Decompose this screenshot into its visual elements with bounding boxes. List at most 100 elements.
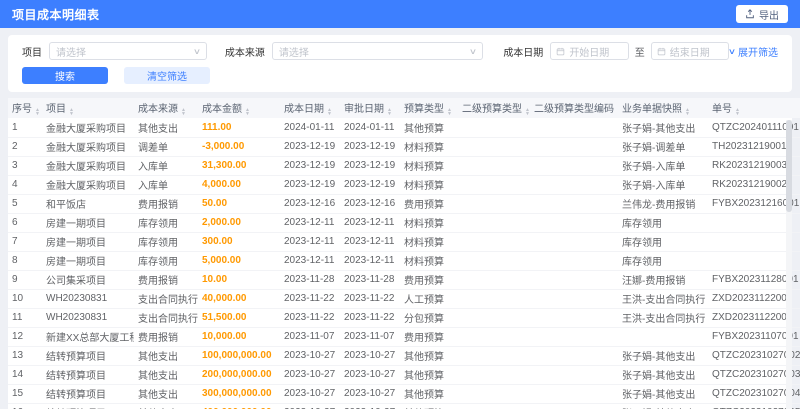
table-row[interactable]: 7 房建一期项目 库存领用 300.00 2023-12-11 2023-12-11 材料预… xyxy=(8,232,800,252)
table-cell: 其他预算 xyxy=(400,403,458,409)
top-bar: 项目成本明细表 导出 xyxy=(0,0,800,28)
column-header[interactable]: 成本日期 ▲ ▼ xyxy=(280,98,340,118)
table-cell xyxy=(458,365,530,385)
column-header[interactable]: 序号 ▲ ▼ xyxy=(8,98,42,118)
table-row[interactable]: 1 金融大厦采购项目 其他支出 111.00 2024-01-11 2024-01-11 其… xyxy=(8,118,800,138)
table-cell: 张子娟-入库单 xyxy=(618,156,708,176)
column-header[interactable]: 单号 ▲ ▼ xyxy=(708,98,800,118)
sort-icon[interactable]: ▲▼ xyxy=(447,108,452,117)
table-row[interactable]: 10 WH20230831 支出合同执行 40,000.00 2023-11-22 202… xyxy=(8,289,800,309)
end-date-placeholder: 结束日期 xyxy=(669,47,710,59)
start-date-input[interactable]: 开始日期 xyxy=(550,42,629,60)
table-cell: 库存领用 xyxy=(618,251,708,271)
table-row[interactable]: 8 房建一期项目 库存领用 5,000.00 2023-12-11 2023-12-11 材… xyxy=(8,251,800,271)
table-row[interactable]: 16结转预算项目其他支出400,000,000.002023-10-272023… xyxy=(8,403,800,409)
table-cell xyxy=(458,156,530,176)
table-cell: 新建XX总部大厦工程二期 xyxy=(42,327,134,347)
clear-button[interactable]: 清空筛选 xyxy=(124,67,210,84)
table-row[interactable]: 5 和平饭店 费用报销 50.00 2023-12-16 2023-12-16 费用预算 兰伟… xyxy=(8,194,800,214)
calendar-icon xyxy=(657,47,666,56)
column-header[interactable]: 二级预算类型编码▲▼ xyxy=(530,98,618,118)
filter-panel: 项目 请选择 ∨ 成本来源 请选择 ∨ 成本日期 开始日期 至 结束日期 ∨ 展… xyxy=(8,35,792,92)
end-date-input[interactable]: 结束日期 xyxy=(650,42,730,60)
column-header[interactable]: 审批日期 ▲ ▼ xyxy=(340,98,400,118)
table-cell: 其他预算 xyxy=(400,384,458,404)
table-cell xyxy=(530,175,618,195)
table-cell: 结转预算项目 xyxy=(42,346,134,366)
table-cell: 5 xyxy=(8,194,42,214)
table-cell: 其他支出 xyxy=(134,118,198,138)
project-select-placeholder: 请选择 xyxy=(56,47,86,59)
table-cell: 2023-11-22 xyxy=(280,308,340,328)
table-cell: 房建一期项目 xyxy=(42,213,134,233)
table-row[interactable]: 2 金融大厦采购项目 调差单 -3,000.00 2023-12-19 2023-12-1… xyxy=(8,137,800,157)
table-cell: 金融大厦采购项目 xyxy=(42,118,134,138)
table-cell: 2023-12-19 xyxy=(340,156,400,176)
table-cell: 结转预算项目 xyxy=(42,384,134,404)
table-cell xyxy=(530,194,618,214)
table-row[interactable]: 15 结转预算项目 其他支出 300,000,000.00 2023-10-27 2023… xyxy=(8,384,800,404)
table-cell: 2023-12-19 xyxy=(340,137,400,157)
table-cell xyxy=(530,403,618,409)
sort-icon[interactable]: ▲▼ xyxy=(181,108,186,117)
export-button[interactable]: 导出 xyxy=(736,5,788,23)
table-cell: 2023-10-27 xyxy=(340,403,400,409)
table-row[interactable]: 13 结转预算项目 其他支出 100,000,000.00 2023-10-27 2023… xyxy=(8,346,800,366)
table-cell: 5,000.00 xyxy=(198,251,280,271)
sort-icon[interactable]: ▲▼ xyxy=(735,108,740,117)
table-cell: 3 xyxy=(8,156,42,176)
column-header[interactable]: 预算类型 ▲ ▼ xyxy=(400,98,458,118)
sort-icon[interactable]: ▲▼ xyxy=(685,108,690,117)
table-row[interactable]: 12新建XX总部大厦工程二期费用报销10,000.002023-11-07202… xyxy=(8,327,800,347)
sort-icon[interactable]: ▲▼ xyxy=(617,108,618,117)
table-cell: 2023-11-22 xyxy=(340,289,400,309)
table-row[interactable]: 14 结转预算项目 其他支出 200,000,000.00 2023-10-27 2023… xyxy=(8,365,800,385)
column-header[interactable]: 业务单据快照 ▲ ▼ xyxy=(618,98,708,118)
table-cell: 2023-12-11 xyxy=(340,232,400,252)
table-cell: 分包预算 xyxy=(400,308,458,328)
table-cell: 入库单 xyxy=(134,156,198,176)
sort-icon[interactable]: ▲▼ xyxy=(525,108,530,117)
expand-filter-button[interactable]: ∨ 展开筛选 xyxy=(728,44,778,59)
table-cell xyxy=(530,289,618,309)
table-row[interactable]: 3 金融大厦采购项目 入库单 31,300.00 2023-12-19 2023-12-1… xyxy=(8,156,800,176)
source-select[interactable]: 请选择 ∨ xyxy=(271,42,484,60)
column-header[interactable]: 二级预算类型 ▲ ▼ xyxy=(458,98,530,118)
table-row[interactable]: 6 房建一期项目 库存领用 2,000.00 2023-12-11 2023-12-11 材… xyxy=(8,213,800,233)
table-cell: 2023-12-19 xyxy=(340,175,400,195)
table-cell: 张子娟-调差单 xyxy=(618,137,708,157)
vertical-scrollbar[interactable] xyxy=(786,120,792,409)
sort-icon[interactable]: ▲▼ xyxy=(387,108,392,117)
column-header[interactable]: 项目 ▲ ▼ xyxy=(42,98,134,118)
column-header[interactable]: 成本来源 ▲ ▼ xyxy=(134,98,198,118)
table-cell: 支出合同执行 xyxy=(134,289,198,309)
table-row[interactable]: 4 金融大厦采购项目 入库单 4,000.00 2023-12-19 2023-12-19… xyxy=(8,175,800,195)
chevron-down-icon: ∨ xyxy=(469,46,478,56)
sort-icon[interactable]: ▲▼ xyxy=(35,108,40,117)
search-button[interactable]: 搜索 xyxy=(22,67,108,84)
table-cell: 2023-12-11 xyxy=(280,213,340,233)
project-select[interactable]: 请选择 ∨ xyxy=(49,42,207,60)
scrollbar-thumb[interactable] xyxy=(786,120,792,212)
table-cell: 张子娟-其他支出 xyxy=(618,118,708,138)
sort-icon[interactable]: ▲▼ xyxy=(327,108,332,117)
table-cell: 金融大厦采购项目 xyxy=(42,156,134,176)
table-row[interactable]: 9 公司集采项目 费用报销 10.00 2023-11-28 2023-11-28 费用预算… xyxy=(8,270,800,290)
table-cell: 公司集采项目 xyxy=(42,270,134,290)
column-header[interactable]: 成本金额 ▲ ▼ xyxy=(198,98,280,118)
table-cell xyxy=(458,403,530,409)
table-cell: 人工预算 xyxy=(400,289,458,309)
table-cell xyxy=(458,308,530,328)
sort-icon[interactable]: ▲▼ xyxy=(69,108,74,117)
table-cell: 张子娟-其他支出 xyxy=(618,403,708,409)
table-row[interactable]: 11 WH20230831 支出合同执行 51,500.00 2023-11-22 202… xyxy=(8,308,800,328)
table-cell: 入库单 xyxy=(134,175,198,195)
sort-icon[interactable]: ▲▼ xyxy=(245,108,250,117)
table-cell: 2023-12-16 xyxy=(280,194,340,214)
table-cell xyxy=(530,384,618,404)
table-cell: 111.00 xyxy=(198,118,280,138)
table-cell: 2023-12-11 xyxy=(280,232,340,252)
table-cell xyxy=(458,137,530,157)
column-header-label: 成本日期 xyxy=(284,104,324,115)
table-cell: 10.00 xyxy=(198,270,280,290)
